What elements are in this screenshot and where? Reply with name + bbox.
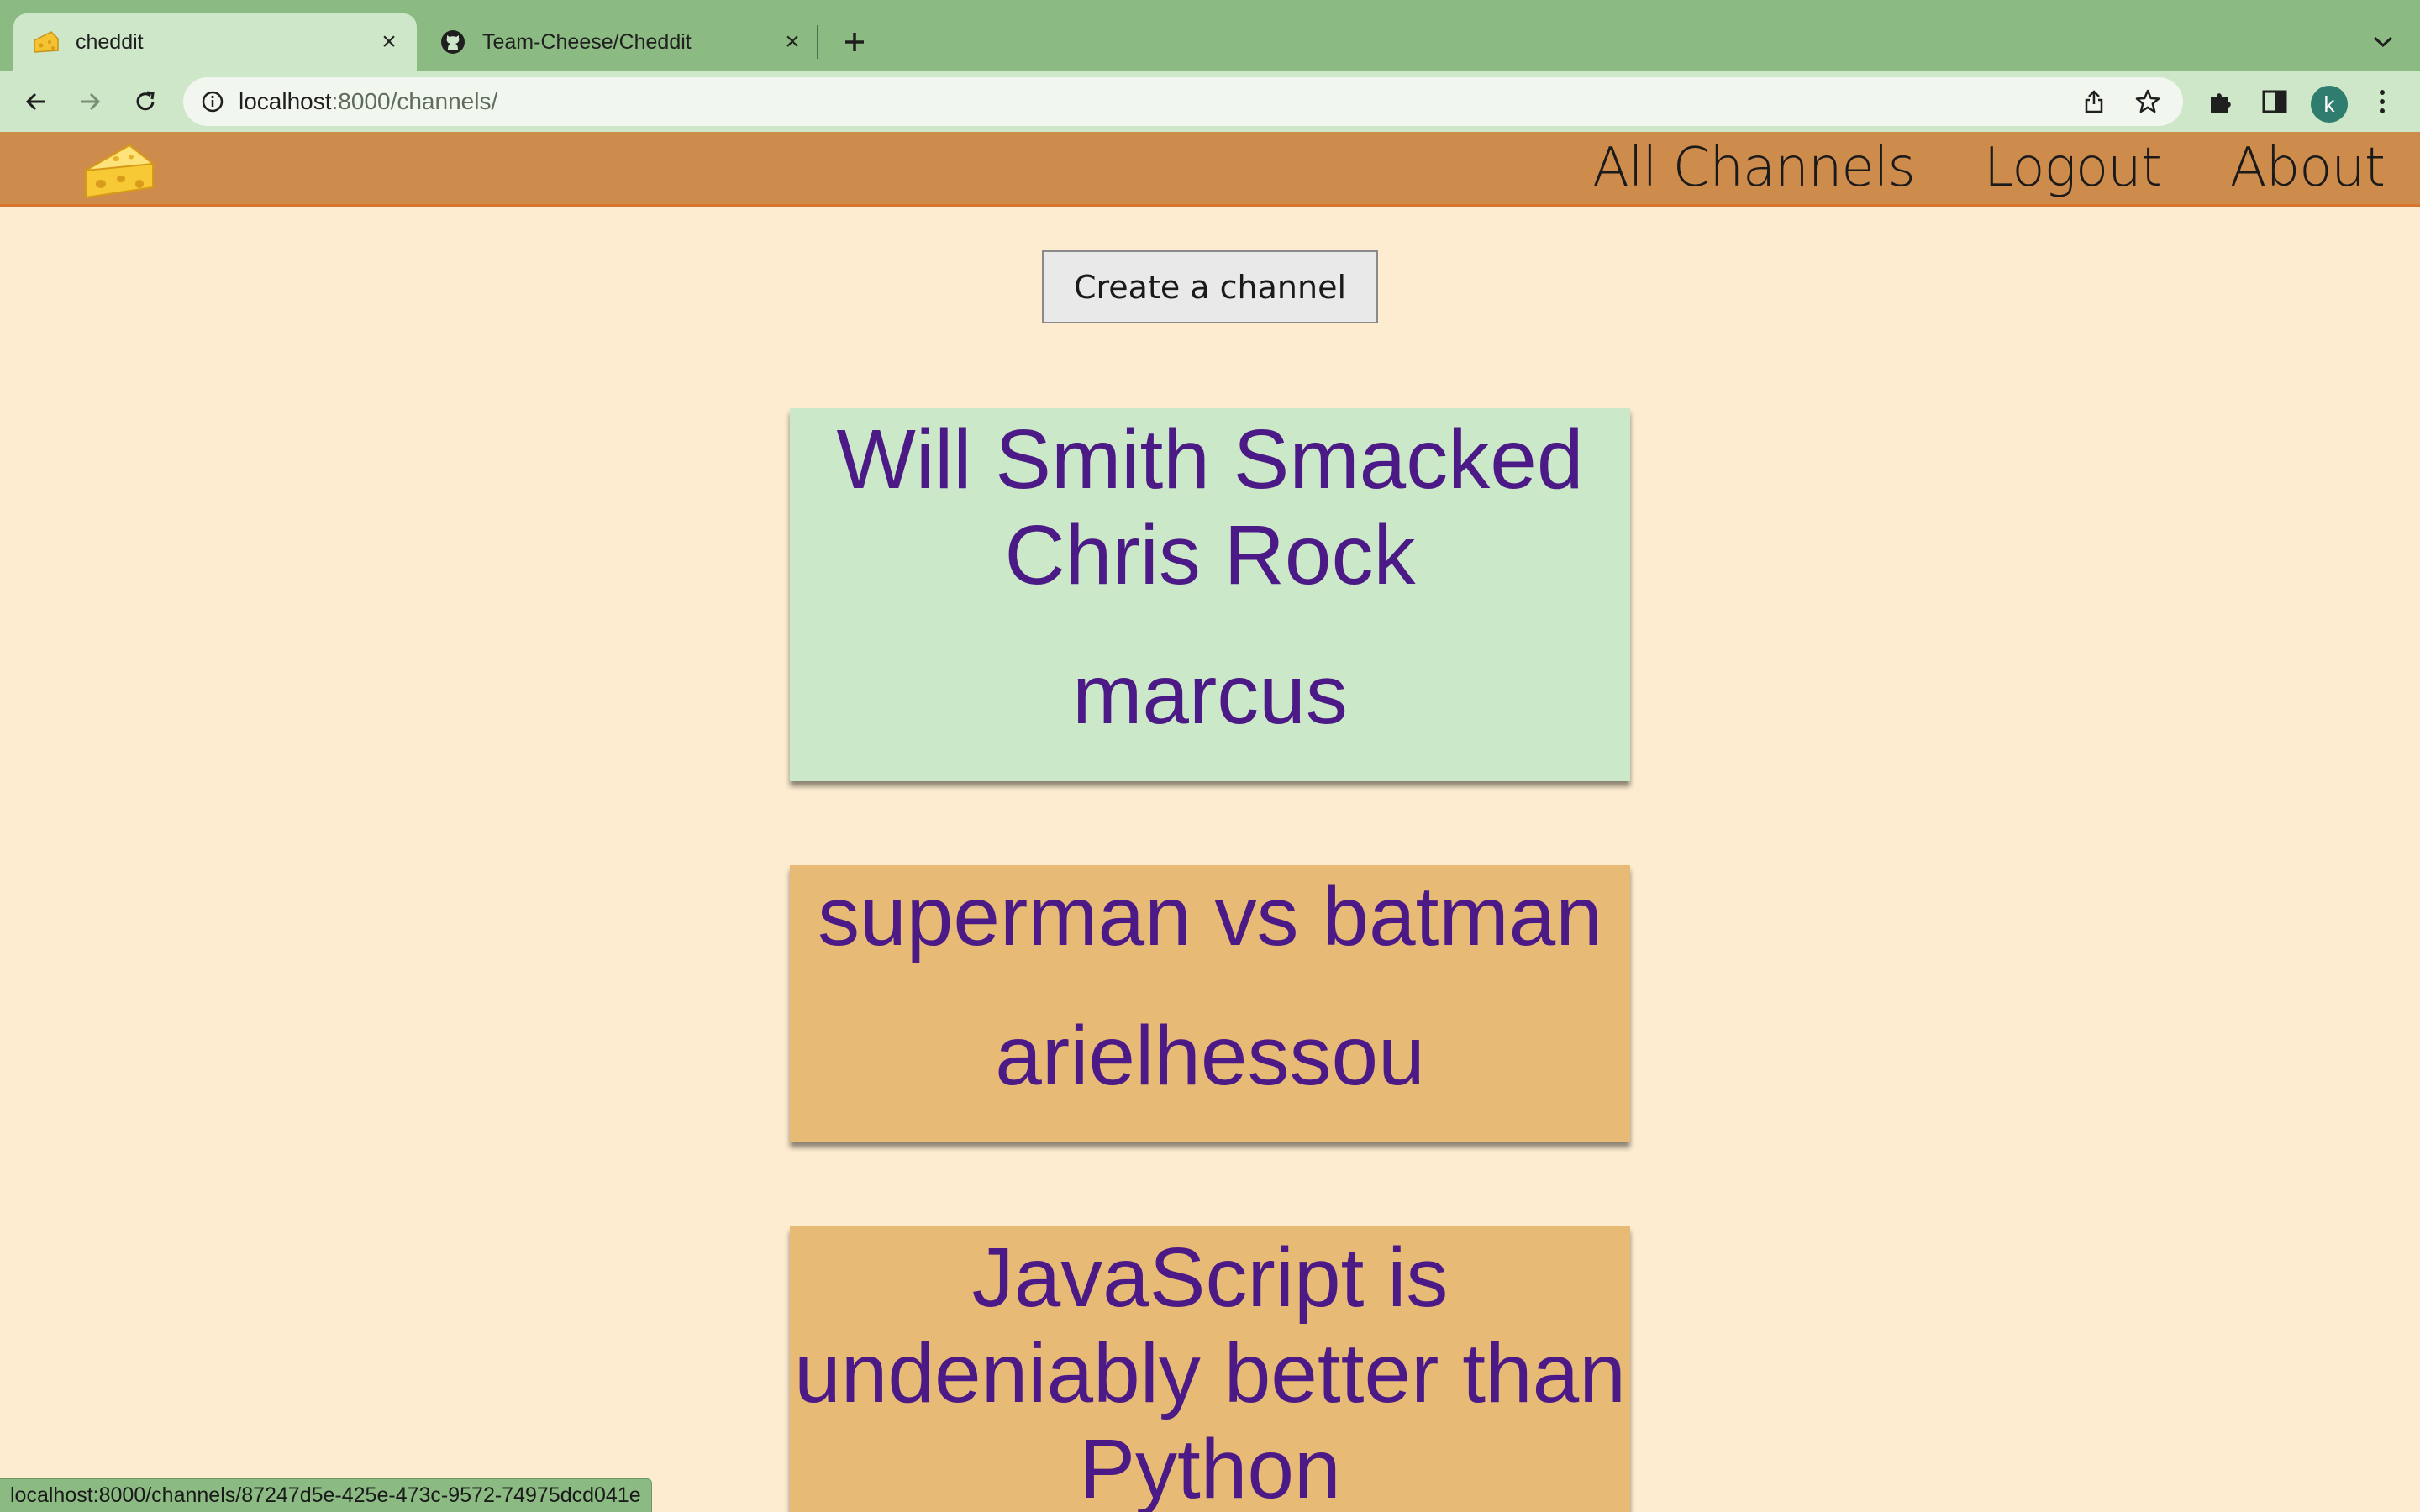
tab-divider (817, 25, 818, 59)
channel-title: superman vs batman (818, 869, 1602, 963)
browser-menu-button[interactable] (2363, 82, 2402, 121)
address-bar[interactable]: localhost:8000/channels/ (183, 77, 2183, 126)
info-icon[interactable] (200, 89, 225, 114)
extensions-button[interactable] (2202, 82, 2240, 121)
more-vertical-icon (2380, 90, 2385, 113)
url-text[interactable]: localhost:8000/channels/ (239, 88, 2075, 115)
channel-title: JavaScript is undeniably better than Pyt… (794, 1231, 1626, 1512)
browser-tab-cheddit[interactable]: cheddit × (13, 13, 417, 71)
browser-toolbar: localhost:8000/channels/ k (0, 71, 2420, 132)
bookmark-star-icon[interactable] (2129, 83, 2166, 120)
browser-tab-github[interactable]: Team-Cheese/Cheddit × (420, 13, 820, 71)
channel-card[interactable]: superman vs batman arielhessou (790, 865, 1630, 1142)
tab-title: Team-Cheese/Cheddit (482, 29, 692, 54)
puzzle-icon (2211, 93, 2231, 113)
url-path: :8000/channels/ (331, 88, 498, 114)
profile-avatar[interactable]: k (2311, 86, 2348, 123)
create-channel-button[interactable]: Create a channel (1042, 250, 1378, 323)
cheese-icon[interactable] (81, 135, 158, 202)
close-icon[interactable]: × (778, 28, 807, 56)
close-icon[interactable]: × (375, 28, 403, 56)
site-nav: All Channels Logout About (1523, 132, 2386, 204)
nav-about-link[interactable]: About (2230, 137, 2386, 199)
nav-all-channels-link[interactable]: All Channels (1592, 137, 1916, 199)
side-panel-button[interactable] (2255, 82, 2294, 121)
site-header: All Channels Logout About (0, 132, 2420, 207)
forward-button[interactable] (71, 82, 109, 121)
url-host: localhost (239, 88, 332, 114)
arrow-left-icon (25, 92, 45, 111)
back-button[interactable] (17, 82, 55, 121)
cheese-icon (32, 28, 60, 56)
share-icon[interactable] (2075, 83, 2112, 120)
channel-card[interactable]: JavaScript is undeniably better than Pyt… (790, 1226, 1630, 1512)
channel-author: marcus (1072, 648, 1348, 742)
channel-card[interactable]: Will Smith Smacked Chris Rock marcus (790, 408, 1630, 781)
arrow-right-icon (81, 92, 101, 111)
chevron-down-icon (2373, 36, 2393, 48)
browser-tabstrip: cheddit × Team-Cheese/Cheddit × (0, 0, 2420, 71)
reload-button[interactable] (126, 82, 165, 121)
channel-title: Will Smith Smacked Chris Rock (836, 412, 1584, 602)
reload-icon (136, 91, 155, 111)
channel-author: arielhessou (995, 1009, 1425, 1103)
tab-title: cheddit (76, 29, 144, 54)
nav-logout-link[interactable]: Logout (1984, 137, 2162, 199)
link-status-bar: localhost:8000/channels/87247d5e-425e-47… (0, 1478, 652, 1512)
github-icon (439, 28, 467, 56)
tab-search-button[interactable] (2366, 25, 2400, 59)
new-tab-button[interactable] (836, 24, 873, 60)
side-panel-icon (2262, 90, 2287, 113)
plus-icon (845, 33, 864, 51)
